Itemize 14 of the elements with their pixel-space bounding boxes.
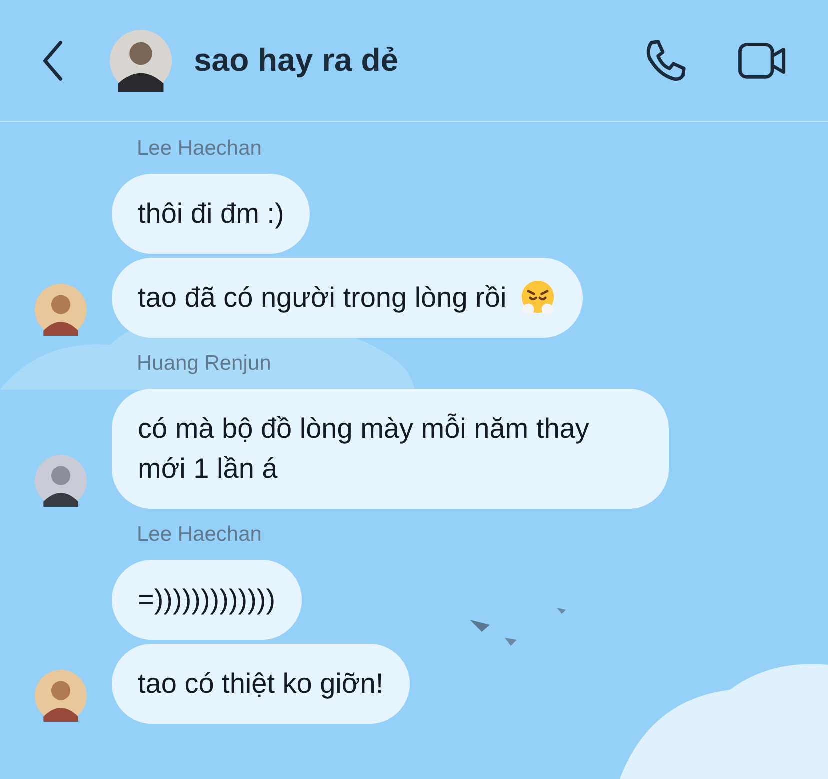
message-bubble: =))))))))))))) <box>112 560 302 640</box>
avatar-icon <box>35 670 87 722</box>
avatar-icon <box>35 284 87 336</box>
message-bubble: tao có thiệt ko giỡn! <box>112 644 410 724</box>
video-call-icon[interactable] <box>738 42 788 80</box>
avatar-icon <box>35 455 87 507</box>
sender-name: Lee Haechan <box>137 522 263 548</box>
message-bubble: thôi đi đm :) <box>112 174 310 254</box>
chat-title: sao hay ra dẻ <box>194 42 399 79</box>
message-bubble: tao đã có người trong lòng rồi <box>112 258 583 338</box>
message-bubble: có mà bộ đồ lòng mày mỗi năm thay mới 1 lần á <box>112 389 669 509</box>
sender-name: Huang Renjun <box>137 351 272 377</box>
avatar-icon <box>110 30 172 92</box>
sender-name: Lee Haechan <box>137 136 263 162</box>
